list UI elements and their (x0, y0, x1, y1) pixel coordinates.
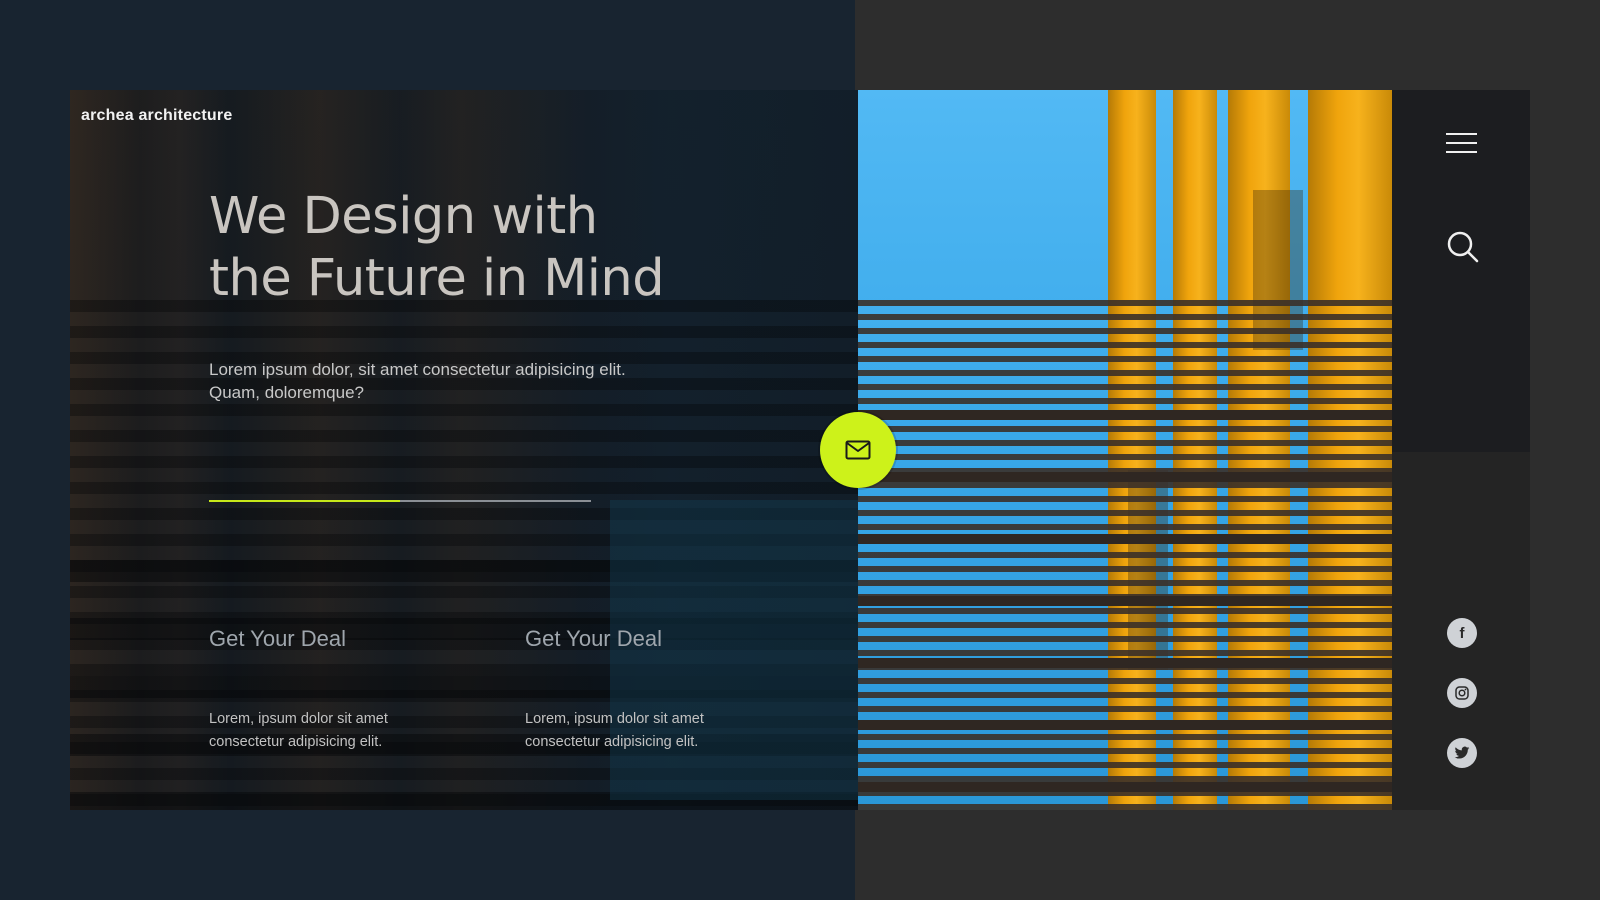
subtext-line-2: Quam, doloremque? (209, 383, 364, 402)
hero-headline: We Design with the Future in Mind (209, 186, 769, 310)
deal-text-line-2: consectetur adipisicing elit. (525, 734, 699, 750)
slide-progress-bar (209, 500, 591, 502)
menu-bar (1446, 133, 1477, 135)
contact-mail-button[interactable] (820, 412, 896, 488)
deal-text: Lorem, ipsum dolor sit amet consectetur … (525, 708, 775, 754)
deal-text: Lorem, ipsum dolor sit amet consectetur … (209, 708, 459, 754)
deal-text-line-1: Lorem, ipsum dolor sit amet (209, 711, 388, 727)
brand-logo[interactable]: archea architecture (81, 107, 232, 125)
headline-line-2: the Future in Mind (209, 249, 665, 308)
search-icon[interactable] (1446, 230, 1480, 264)
deal-card-2[interactable]: Get Your Deal Lorem, ipsum dolor sit ame… (525, 626, 775, 750)
hamburger-menu-icon[interactable] (1446, 130, 1478, 156)
instagram-icon-svg (1455, 686, 1469, 700)
deal-title[interactable]: Get Your Deal (525, 626, 775, 652)
headline-line-1: We Design with (209, 187, 598, 246)
search-icon-svg (1447, 231, 1479, 263)
deal-title[interactable]: Get Your Deal (209, 626, 459, 652)
architecture-photo (858, 90, 1392, 810)
facebook-glyph: f (1459, 624, 1465, 642)
mail-icon (845, 440, 871, 460)
subtext-line-1: Lorem ipsum dolor, sit amet consectetur … (209, 360, 626, 379)
slide-progress-fill (209, 500, 400, 502)
hero-panel: archea architecture We Design with the F… (70, 90, 858, 810)
deal-text-line-2: consectetur adipisicing elit. (209, 734, 383, 750)
landing-card: archea architecture We Design with the F… (70, 90, 1530, 810)
photo-slats-thick (858, 410, 1392, 810)
hero-subtext: Lorem ipsum dolor, sit amet consectetur … (209, 358, 679, 404)
menu-bar (1446, 151, 1477, 153)
facebook-icon[interactable]: f (1447, 618, 1477, 648)
deal-text-line-1: Lorem, ipsum dolor sit amet (525, 711, 704, 727)
menu-bar (1446, 142, 1477, 144)
twitter-icon-svg (1454, 746, 1470, 759)
twitter-icon[interactable] (1447, 738, 1477, 768)
instagram-icon[interactable] (1447, 678, 1477, 708)
deal-card-1[interactable]: Get Your Deal Lorem, ipsum dolor sit ame… (209, 626, 459, 750)
